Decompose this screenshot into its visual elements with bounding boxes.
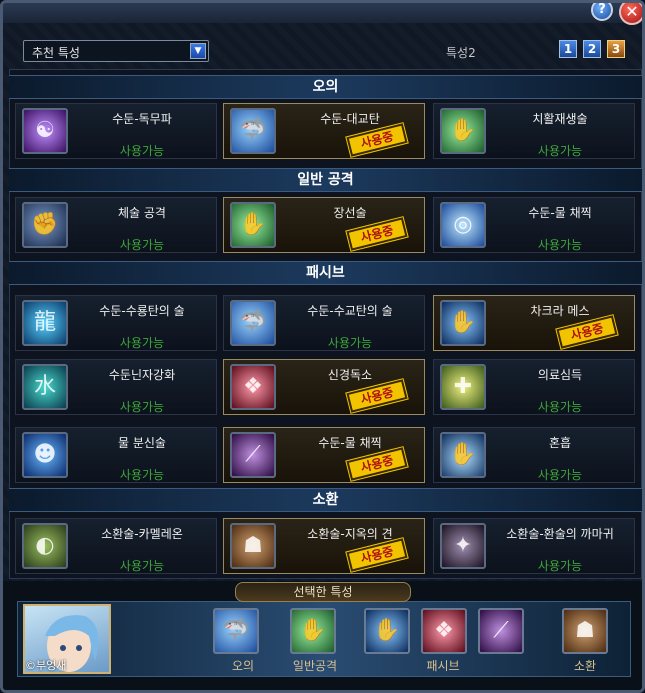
available-status: 사용가능 <box>537 559 583 573</box>
skill-card[interactable]: 水 수둔닌자강화사용가능 <box>15 359 217 415</box>
skill-card[interactable]: ✊ 체술 공격사용가능 <box>15 197 217 253</box>
selected-normal-palm-icon[interactable]: ✋ <box>290 608 336 654</box>
category-ougi: 오의 <box>9 75 642 99</box>
selected-hell-hound-icon[interactable]: ☗ <box>562 608 608 654</box>
brain-icon[interactable]: ❖ <box>230 364 276 410</box>
in-use-badge: 사용중 <box>346 217 408 251</box>
page-2-button[interactable]: 2 <box>583 40 601 58</box>
fist-icon[interactable]: ✊ <box>22 202 68 248</box>
preset-dropdown-value: 추천 특성 <box>32 46 80 60</box>
page-1-button[interactable]: 1 <box>559 40 577 58</box>
skill-name: 수둔-수교탄의 술 <box>307 304 393 318</box>
skill-card[interactable]: ☗ 소환술-지옥의 견 사용중 <box>223 518 425 574</box>
selected-label-summon: 소환 <box>573 659 597 673</box>
skill-card[interactable]: 🦈 수둔-대교탄 사용중 <box>223 103 425 159</box>
medical-scroll-icon[interactable]: ✚ <box>440 364 486 410</box>
in-use-badge: 사용중 <box>556 315 618 349</box>
selected-ougi-shark-icon[interactable]: 🦈 <box>213 608 259 654</box>
title-bar <box>3 3 642 23</box>
skill-name: 수둔-독무파 <box>112 112 172 126</box>
skill-name: 체술 공격 <box>118 206 166 220</box>
selected-chakra-scalpel-icon[interactable]: ✋ <box>364 608 410 654</box>
available-status: 사용가능 <box>537 238 583 252</box>
skill-card[interactable]: 龍 수둔-수룡탄의 술사용가능 <box>15 295 217 351</box>
available-status: 사용가능 <box>119 238 165 252</box>
skill-card[interactable]: ✚ 의료심득사용가능 <box>433 359 635 415</box>
close-button[interactable]: ✕ <box>619 3 642 25</box>
water-clone-icon[interactable]: ☻ <box>22 432 68 478</box>
page-3-button[interactable]: 3 <box>607 40 625 58</box>
skill-name: 의료심득 <box>537 368 583 382</box>
skill-name: 소환술-환술의 까마귀 <box>506 527 614 541</box>
skill-card[interactable]: ◐ 소환술-카멜레온사용가능 <box>15 518 217 574</box>
selected-title: 선택한 특성 <box>235 582 411 602</box>
available-status: 사용가능 <box>119 336 165 350</box>
in-use-badge: 사용중 <box>346 447 408 481</box>
skill-card[interactable]: ✋ 차크라 메스 사용중 <box>433 295 635 351</box>
water-kanji-icon[interactable]: 水 <box>22 364 68 410</box>
available-status: 사용가능 <box>119 400 165 414</box>
chameleon-icon[interactable]: ◐ <box>22 523 68 569</box>
available-status: 사용가능 <box>537 400 583 414</box>
glowing-palm-icon[interactable]: ✋ <box>440 432 486 478</box>
available-status: 사용가능 <box>119 559 165 573</box>
green-heal-hand-icon[interactable]: ✋ <box>440 108 486 154</box>
skill-card[interactable]: ☻ 물 분신술사용가능 <box>15 427 217 483</box>
skill-card[interactable]: 🦈 수둔-수교탄의 술사용가능 <box>223 295 425 351</box>
skill-card[interactable]: ✋ 혼흡사용가능 <box>433 427 635 483</box>
skill-card[interactable]: ◎ 수둔-물 채찍사용가능 <box>433 197 635 253</box>
help-button[interactable]: ? <box>591 3 613 21</box>
selected-brain-icon[interactable]: ❖ <box>421 608 467 654</box>
category-passive: 패시브 <box>9 261 642 285</box>
available-status: 사용가능 <box>119 468 165 482</box>
preset-dropdown[interactable]: 추천 특성 ▼ <box>23 40 209 62</box>
category-normal-attack: 일반 공격 <box>9 168 642 192</box>
skill-name: 수둔닌자강화 <box>108 368 176 382</box>
category-summon: 소환 <box>9 488 642 512</box>
skill-card[interactable]: ✋ 치활재생술사용가능 <box>433 103 635 159</box>
player-name: ©부엉새 <box>25 659 67 672</box>
skill-card[interactable]: ✦ 소환술-환술의 까마귀사용가능 <box>433 518 635 574</box>
purple-poison-icon[interactable]: ☯ <box>22 108 68 154</box>
skill-name: 치활재생술 <box>532 112 588 126</box>
skill-name: 소환술-카멜레온 <box>101 527 183 541</box>
crow-icon[interactable]: ✦ <box>440 523 486 569</box>
selected-label-normal: 일반공격 <box>292 659 338 673</box>
chevron-down-icon[interactable]: ▼ <box>190 43 206 59</box>
available-status: 사용가능 <box>327 336 373 350</box>
skill-card[interactable]: ❖ 신경독소 사용중 <box>223 359 425 415</box>
chakra-scalpel-icon[interactable]: ✋ <box>440 300 486 346</box>
in-use-badge: 사용중 <box>346 538 408 572</box>
available-status: 사용가능 <box>537 144 583 158</box>
water-dragon-icon[interactable]: 龍 <box>22 300 68 346</box>
skill-name: 물 분신술 <box>118 436 166 450</box>
purple-blade-icon[interactable]: ⟋ <box>230 432 276 478</box>
skill-name: 수둔-물 채찍 <box>528 206 592 220</box>
talent-window: ? ✕ 추천 특성 ▼ 특성2 1 2 3 오의 일반 공격 패시브 소환 ☯ 수… <box>0 0 645 693</box>
available-status: 사용가능 <box>537 468 583 482</box>
skill-card[interactable]: ☯ 수둔-독무파사용가능 <box>15 103 217 159</box>
available-status: 사용가능 <box>119 144 165 158</box>
skill-card[interactable]: ✋ 장선술 사용중 <box>223 197 425 253</box>
selected-purple-blade-icon[interactable]: ⟋ <box>478 608 524 654</box>
green-palm-icon[interactable]: ✋ <box>230 202 276 248</box>
hell-hound-icon[interactable]: ☗ <box>230 523 276 569</box>
slot-label: 특성2 <box>446 46 476 60</box>
in-use-badge: 사용중 <box>346 123 408 157</box>
water-shark-icon[interactable]: 🦈 <box>230 300 276 346</box>
water-whip-icon[interactable]: ◎ <box>440 202 486 248</box>
selected-label-ougi: 오의 <box>231 659 255 673</box>
skill-name: 혼흡 <box>548 436 572 450</box>
in-use-badge: 사용중 <box>346 379 408 413</box>
water-shark-icon[interactable]: 🦈 <box>230 108 276 154</box>
skill-name: 수둔-수룡탄의 술 <box>99 304 185 318</box>
skill-card[interactable]: ⟋ 수둔-물 채찍 사용중 <box>223 427 425 483</box>
selected-label-passive: 패시브 <box>426 659 460 673</box>
